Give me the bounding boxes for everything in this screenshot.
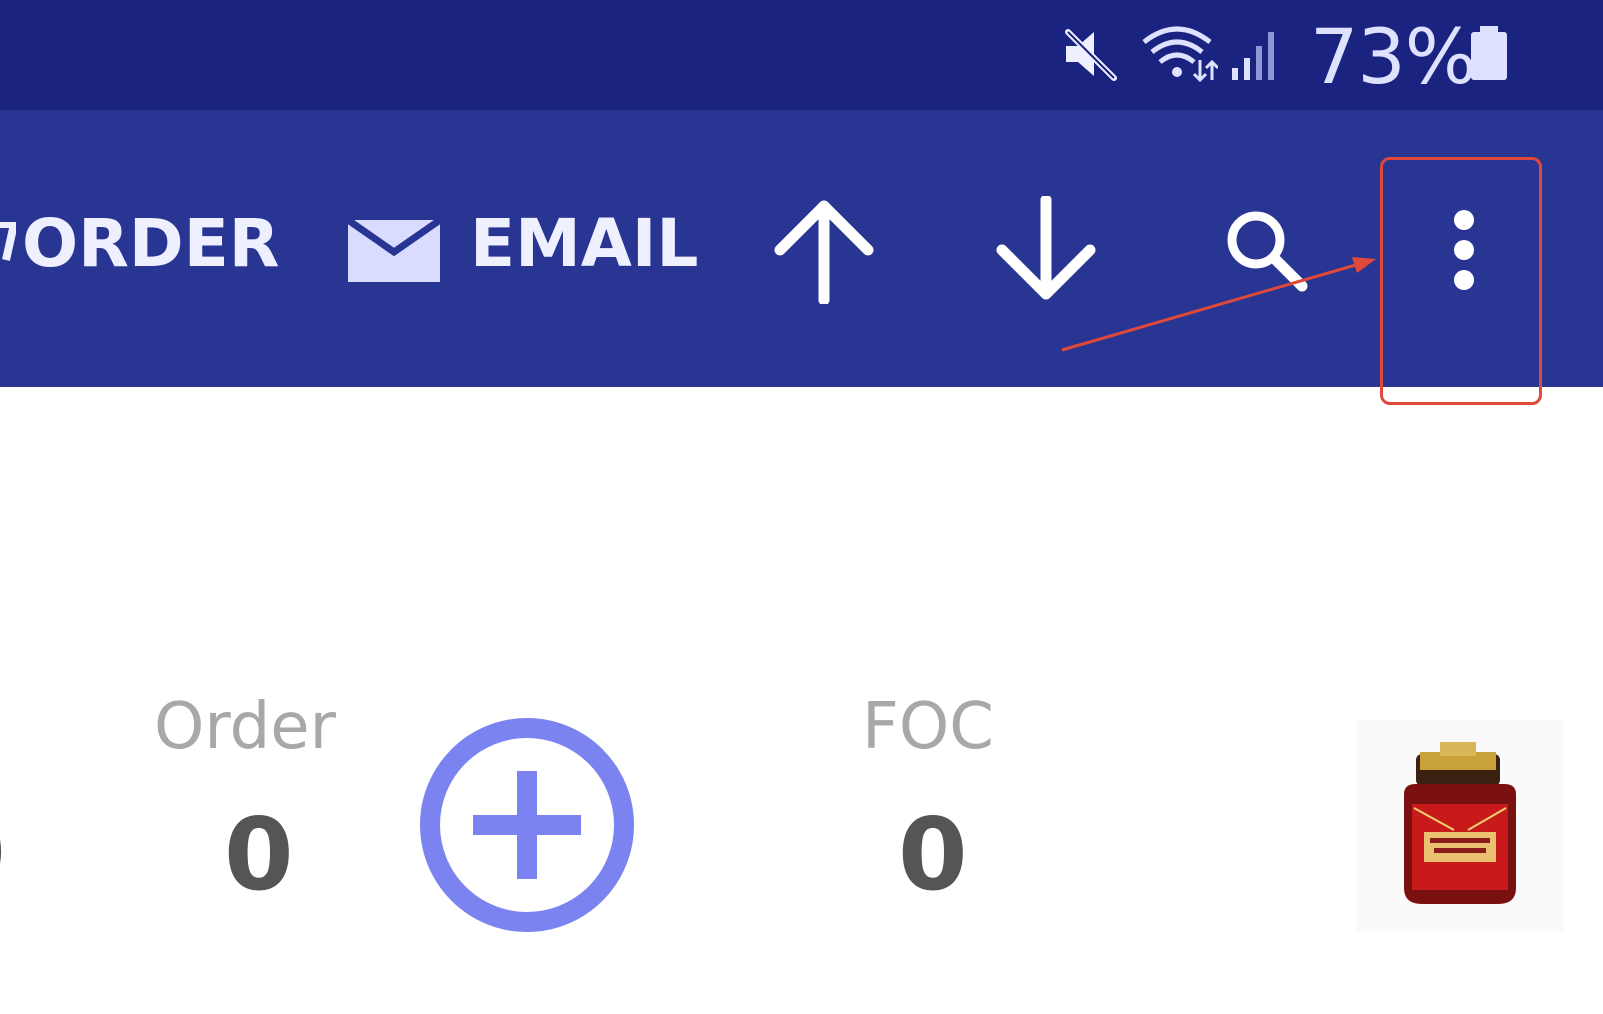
jar-icon [1404, 742, 1516, 904]
left-partial-value: ) [0, 790, 10, 907]
order-quantity: 0 [224, 796, 294, 913]
order-label: Order [154, 690, 336, 764]
foc-label: FOC [862, 690, 994, 764]
product-image[interactable] [1356, 720, 1564, 932]
foc-quantity: 0 [898, 796, 968, 913]
add-button[interactable] [418, 716, 636, 934]
